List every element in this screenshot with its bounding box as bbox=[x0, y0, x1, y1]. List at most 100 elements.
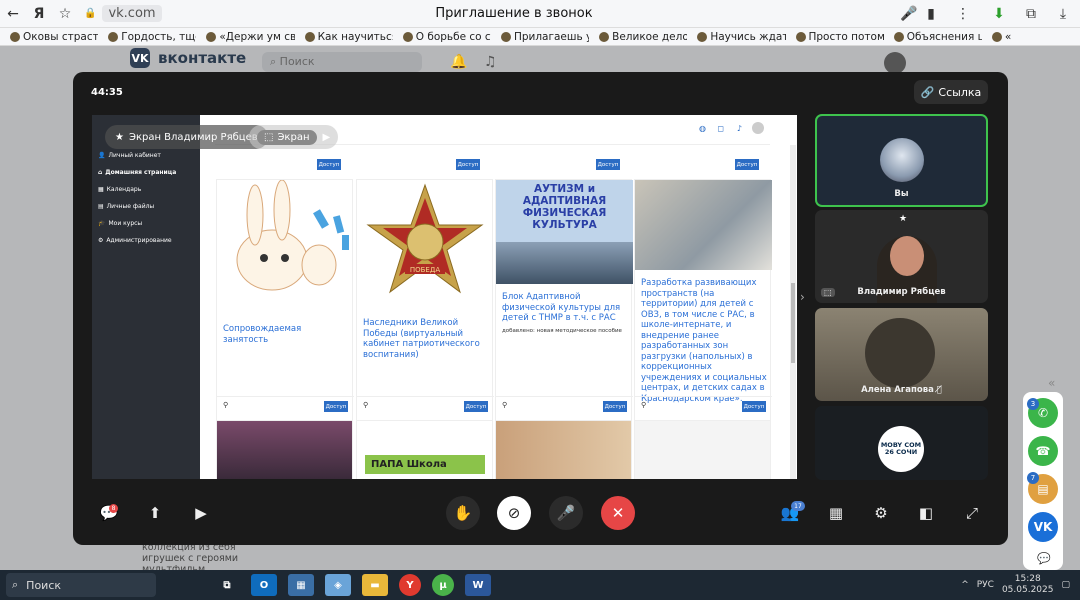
user-avatar[interactable] bbox=[884, 52, 906, 74]
camera-icon[interactable]: ▶ bbox=[323, 132, 331, 143]
microphone-icon[interactable]: 🎤 bbox=[549, 496, 583, 530]
bookmark-item[interactable]: Великое дело — у bbox=[599, 31, 687, 43]
taskbar-search[interactable]: ⌕ Поиск bbox=[6, 573, 156, 597]
grid-icon[interactable]: ▦ bbox=[819, 496, 853, 530]
link-button[interactable]: 🔗 Ссылка bbox=[914, 80, 988, 104]
chevron-right-icon[interactable]: › bbox=[800, 290, 805, 304]
chat-icon[interactable]: ◻ bbox=[717, 124, 724, 133]
key-icon: ⚲ bbox=[502, 401, 508, 409]
notifications-icon[interactable]: ▢ bbox=[1061, 580, 1070, 590]
music-icon[interactable]: ♫ bbox=[484, 54, 497, 70]
bookmark-item[interactable]: Как научиться до bbox=[304, 31, 393, 43]
language-indicator[interactable]: РУС bbox=[977, 580, 994, 590]
chat-icon[interactable]: 💬 bbox=[92, 496, 126, 530]
vk-logo-icon[interactable]: VK bbox=[130, 48, 150, 68]
course-title-1[interactable]: Сопровождаемая занятость bbox=[223, 324, 349, 345]
lms-nav-item[interactable]: ▤ Личные файлы bbox=[92, 198, 200, 215]
access-button[interactable]: Доступ bbox=[317, 159, 341, 170]
access-button[interactable]: Доступ bbox=[464, 401, 488, 412]
bookmark-icon[interactable]: ▮ bbox=[918, 1, 944, 27]
access-button[interactable]: Доступ bbox=[456, 159, 480, 170]
bookmark-item[interactable]: Объяснения церк bbox=[893, 31, 982, 43]
end-call-icon[interactable]: ✕ bbox=[601, 496, 635, 530]
bookmark-item[interactable]: О борьбе со стра bbox=[402, 31, 491, 43]
lms-nav-item[interactable]: 🎓 Мои курсы bbox=[92, 215, 200, 232]
chevron-up-icon[interactable]: ^ bbox=[961, 580, 969, 590]
participant-tile-moby[interactable]: MOBY COM 26 СОЧИ bbox=[815, 406, 988, 480]
profile-icon[interactable] bbox=[752, 122, 764, 134]
lms-nav-item[interactable]: ⚙ Администрирование bbox=[92, 232, 200, 249]
course-card-8[interactable] bbox=[634, 420, 771, 479]
shared-screen[interactable]: 👤 Личный кабинет ⌂ Домашняя страница ▦ Календ… bbox=[92, 115, 797, 479]
task-view-icon[interactable]: ⧉ bbox=[214, 574, 240, 596]
settings-gear-icon[interactable]: ⚙ bbox=[864, 496, 898, 530]
vk-app-icon[interactable]: VK bbox=[1028, 512, 1058, 542]
share-screen-icon[interactable]: ⬆ bbox=[138, 496, 172, 530]
file-explorer-icon[interactable]: ▬ bbox=[362, 574, 388, 596]
course-title-3[interactable]: Блок Адаптивной физической культуры для … bbox=[502, 292, 628, 324]
course-card-3[interactable]: АУТИЗМ и АДАПТИВНАЯ ФИЗИЧЕСКАЯ КУЛЬТУРА … bbox=[495, 179, 633, 421]
yandex-icon[interactable]: Я bbox=[26, 1, 52, 27]
bookmark-item[interactable]: Просто потому, ч bbox=[795, 31, 884, 43]
double-chevron-left-icon[interactable]: « bbox=[1048, 376, 1055, 390]
access-button[interactable]: Доступ bbox=[742, 401, 766, 412]
course-card-1[interactable]: Сопровождаемая занятость ⚲ Доступ bbox=[216, 179, 354, 421]
yandex-browser-icon[interactable]: Y bbox=[399, 574, 421, 596]
screen-tab[interactable]: ⬚ Экран bbox=[257, 129, 317, 145]
extensions-icon[interactable]: ⧉ bbox=[1018, 1, 1044, 27]
bookmark-item[interactable]: «Держи ум свой bbox=[206, 31, 295, 43]
course-card-5[interactable] bbox=[216, 420, 353, 479]
participant-name: Алена Агапова 🎙̸ bbox=[861, 385, 942, 395]
vk-logo-text[interactable]: вконтакте bbox=[158, 49, 246, 67]
course-card-7[interactable] bbox=[495, 420, 632, 479]
bookmark-item[interactable]: « bbox=[991, 31, 1080, 43]
back-icon[interactable]: ← bbox=[0, 1, 26, 27]
bookmark-item[interactable]: Гордость, тщесла bbox=[108, 31, 196, 43]
scrollbar-thumb[interactable] bbox=[791, 283, 795, 363]
participant-tile-alena[interactable]: Алена Агапова 🎙̸ bbox=[815, 308, 988, 401]
media-icon[interactable]: ▶ bbox=[184, 496, 218, 530]
menu-icon[interactable]: ⋮ bbox=[950, 1, 976, 27]
access-button[interactable]: Доступ bbox=[596, 159, 620, 170]
clock[interactable]: 15:28 05.05.2025 bbox=[1002, 574, 1054, 596]
app-icon[interactable]: ▦ bbox=[288, 574, 314, 596]
favorites-star-icon[interactable]: ☆ bbox=[52, 1, 78, 27]
bell-icon[interactable]: ♪ bbox=[737, 124, 742, 133]
bookmark-item[interactable]: Оковы страстей и bbox=[10, 31, 98, 43]
paint-icon[interactable]: ◈ bbox=[325, 574, 351, 596]
course-card-2[interactable]: ПОБЕДА Наследники Великой Победы (виртуа… bbox=[356, 179, 494, 421]
fullscreen-icon[interactable]: ⤢ bbox=[955, 496, 989, 530]
course-title-2[interactable]: Наследники Великой Победы (виртуальный к… bbox=[363, 318, 489, 360]
lms-nav-item[interactable]: ▦ Календарь bbox=[92, 181, 200, 198]
vk-search-input[interactable]: ⌕ Поиск bbox=[262, 52, 422, 72]
course-title-4[interactable]: Разработка развивающих пространств (на т… bbox=[641, 278, 767, 404]
participant-tile-self[interactable]: Вы bbox=[815, 114, 988, 207]
url-text[interactable]: vk.com bbox=[102, 5, 162, 22]
course-card-4[interactable]: Разработка развивающих пространств (на т… bbox=[634, 179, 772, 421]
download-arrow-icon[interactable]: ⬇ bbox=[986, 1, 1012, 27]
word-icon[interactable]: W bbox=[465, 574, 491, 596]
notifications-bell-icon[interactable]: 🔔 bbox=[450, 54, 467, 70]
access-button[interactable]: Доступ bbox=[735, 159, 759, 170]
messages-icon[interactable]: 💬 bbox=[1037, 552, 1051, 565]
course-card-6[interactable]: ПАПА Школа bbox=[356, 420, 493, 479]
address-bar[interactable]: 🔒 vk.com Приглашение в звонок bbox=[84, 3, 944, 25]
access-button[interactable]: Доступ bbox=[324, 401, 348, 412]
torrent-icon[interactable]: µ bbox=[432, 574, 454, 596]
bookmark-favicon-icon bbox=[206, 31, 217, 42]
access-button[interactable]: Доступ bbox=[603, 401, 627, 412]
screen-toggle[interactable]: ⬚ Экран ▶ bbox=[249, 125, 339, 149]
bookmark-item[interactable]: Прилагаешь усил bbox=[500, 31, 589, 43]
bookmark-item[interactable]: Научись ждать / I bbox=[697, 31, 786, 43]
camera-off-icon[interactable]: ⊘ bbox=[497, 496, 531, 530]
participant-tile-vladimir[interactable]: ★ ⬚ Владимир Рябцев bbox=[815, 210, 988, 303]
lms-nav-item[interactable]: 👤 Личный кабинет bbox=[92, 147, 200, 164]
lms-nav-item[interactable]: ⌂ Домашняя страница bbox=[92, 164, 200, 181]
phone-app-icon[interactable]: ☎ bbox=[1028, 436, 1058, 466]
raise-hand-icon[interactable]: ✋ bbox=[446, 496, 480, 530]
bookmark-favicon-icon bbox=[500, 31, 511, 42]
globe-icon[interactable]: ◍ bbox=[699, 124, 706, 133]
layout-icon[interactable]: ◧ bbox=[909, 496, 943, 530]
outlook-icon[interactable]: O bbox=[251, 574, 277, 596]
downloads-icon[interactable]: ⤓ bbox=[1050, 1, 1076, 27]
